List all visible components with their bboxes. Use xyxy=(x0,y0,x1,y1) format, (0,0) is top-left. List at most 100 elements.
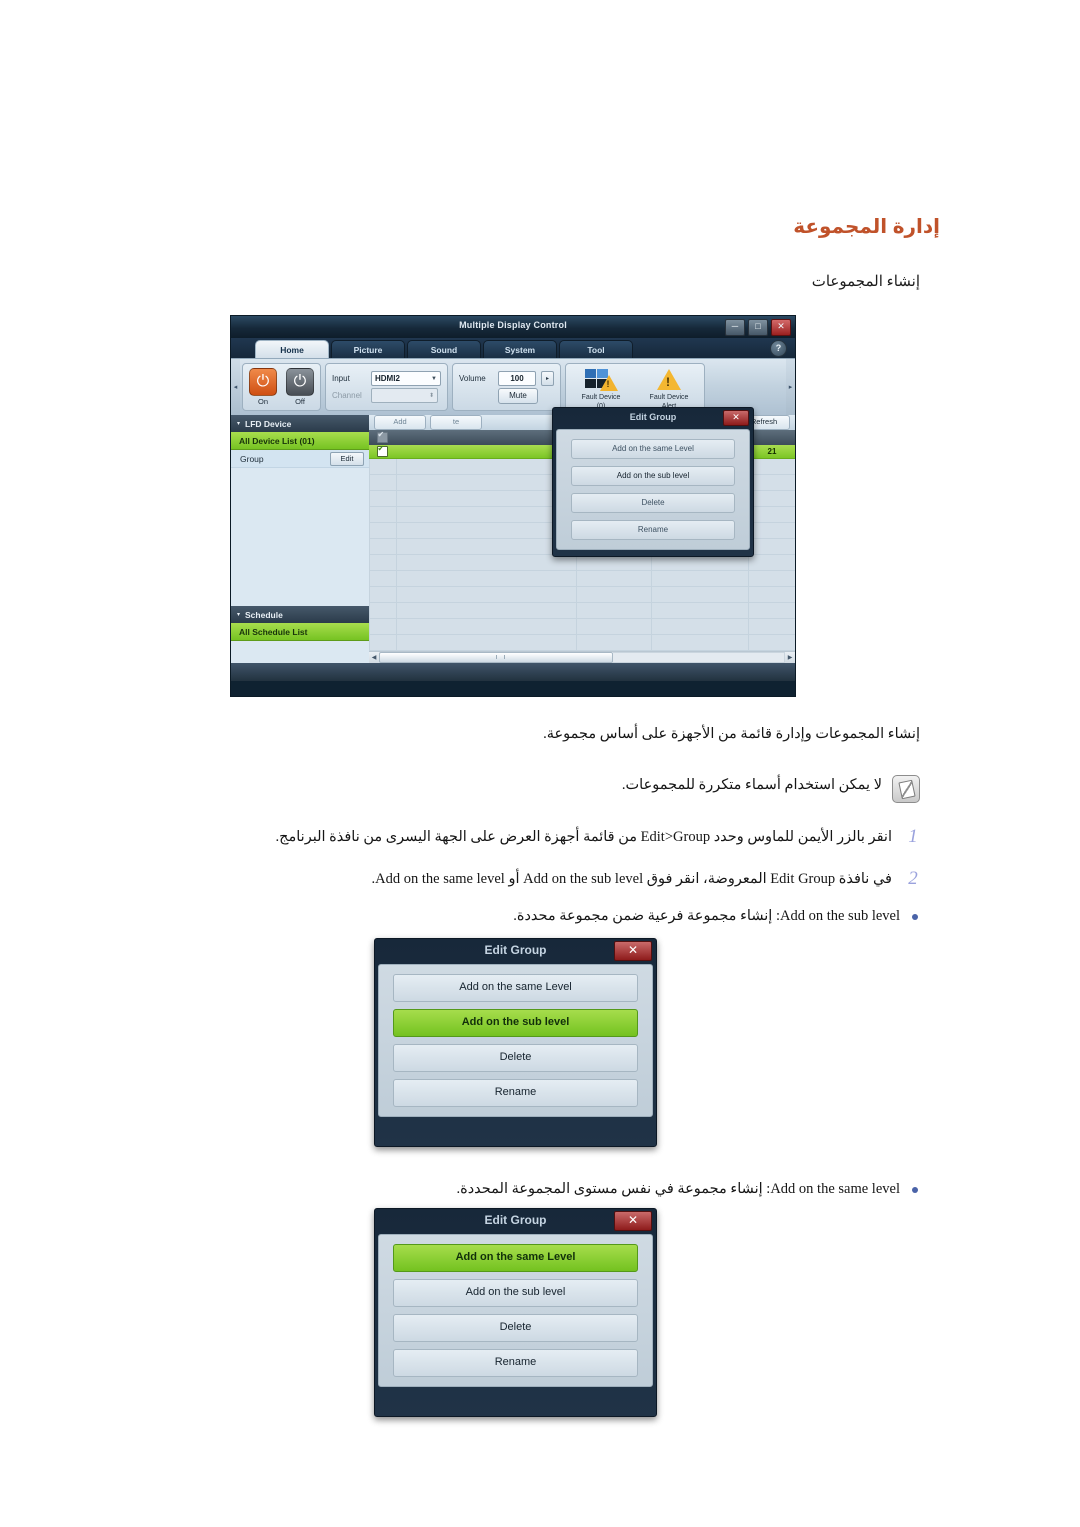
power-on-label: On xyxy=(257,397,268,406)
toolbar-scroll-left-icon[interactable]: ◂ xyxy=(231,359,240,415)
inline-add-on-sub-level-button[interactable]: Add on the sub level xyxy=(571,466,735,486)
scrollbar-track[interactable] xyxy=(613,652,785,663)
same-level-close-button[interactable]: ✕ xyxy=(614,1211,652,1231)
fault-device-alert-icon xyxy=(640,366,698,392)
step-2: 2 في نافذة Edit Group المعروضة، انقر فوق… xyxy=(160,868,920,891)
power-on-icon: ⏻ xyxy=(249,368,277,396)
sidebar-group-label: Group xyxy=(240,453,264,464)
minimize-button[interactable]: ─ xyxy=(725,319,745,336)
chevron-down-icon: ▾ xyxy=(237,421,241,427)
volume-label: Volume xyxy=(459,373,486,383)
page-title: إدارة المجموعة xyxy=(793,216,940,238)
select-all-checkbox-cell[interactable] xyxy=(369,430,395,443)
horizontal-scrollbar[interactable]: ◀ ▶ xyxy=(369,651,795,663)
tab-home[interactable]: Home xyxy=(255,340,329,358)
maximize-button[interactable]: □ xyxy=(748,319,768,336)
select-all-checkbox[interactable] xyxy=(376,430,388,443)
same-level-delete-button[interactable]: Delete xyxy=(393,1314,638,1342)
scrollbar-thumb[interactable] xyxy=(379,652,613,663)
note-text: لا يمكن استخدام أسماء متكررة للمجموعات. xyxy=(621,777,882,793)
tab-system[interactable]: System xyxy=(483,340,557,358)
note-block: لا يمكن استخدام أسماء متكررة للمجموعات. xyxy=(170,775,920,803)
power-group: ⏻ On ⏻ Off xyxy=(242,363,321,411)
sidebar-item-all-device-list[interactable]: All Device List (01) xyxy=(231,432,369,450)
tab-picture[interactable]: Picture xyxy=(331,340,405,358)
input-label: Input xyxy=(332,374,350,383)
app-content: Add te Refresh ower Input xyxy=(369,407,795,663)
tab-sound[interactable]: Sound xyxy=(407,340,481,358)
volume-group: Volume 100 ▸ Mute xyxy=(452,363,561,411)
bullet-2-label: Add on the same level xyxy=(770,1181,900,1197)
same-level-panel: Add on the same Level Add on the sub lev… xyxy=(378,1234,653,1387)
same-level-title-bar: Edit Group ✕ xyxy=(375,1209,656,1231)
edit-group-inline-close-button[interactable]: ✕ xyxy=(723,410,749,426)
add-button[interactable]: Add xyxy=(374,415,426,431)
delete-button[interactable]: te xyxy=(430,415,482,431)
bullet-add-on-sub-level: Add on the sub level: إنشاء مجموعة فرعية… xyxy=(218,905,918,927)
description-paragraph: إنشاء المجموعات وإدارة قائمة من الأجهزة … xyxy=(543,726,920,742)
same-level-add-on-sub-level-button[interactable]: Add on the sub level xyxy=(393,1279,638,1307)
fault-device-button[interactable]: Fault Device (0) xyxy=(572,366,630,410)
step-2-text: في نافذة Edit Group المعروضة، انقر فوق A… xyxy=(371,871,892,887)
app-body: ▾ LFD Device All Device List (01) Group … xyxy=(231,407,795,663)
app-sidebar: ▾ LFD Device All Device List (01) Group … xyxy=(231,415,369,663)
bullet-marker-icon xyxy=(912,1187,918,1193)
row-checkbox[interactable] xyxy=(376,444,388,457)
fault-device-alert-button[interactable]: Fault Device Alert xyxy=(640,366,698,410)
toolbar-scroll-right-icon[interactable]: ▸ xyxy=(786,359,795,415)
power-on-button[interactable]: ⏻ On xyxy=(249,368,277,406)
row-checkbox-cell[interactable] xyxy=(369,444,395,457)
sidebar-group-edit-button[interactable]: Edit xyxy=(330,451,364,466)
note-pencil-icon xyxy=(892,775,920,803)
tab-tool[interactable]: Tool xyxy=(559,340,633,358)
sidebar-bottom-area xyxy=(231,641,369,663)
same-level-rename-button[interactable]: Rename xyxy=(393,1349,638,1377)
sidebar-section-schedule[interactable]: ▾ Schedule xyxy=(231,606,369,623)
help-icon[interactable]: ? xyxy=(770,340,787,357)
step-2-number: 2 xyxy=(908,868,918,889)
edit-group-dialog-sub-level: Edit Group ✕ Add on the same Level Add o… xyxy=(374,938,657,1147)
input-select[interactable]: HDMI2 ▼ xyxy=(371,371,441,386)
volume-value[interactable]: 100 xyxy=(498,370,536,386)
step-1-text: انقر بالزر الأيمن للماوس وحدد Edit>Group… xyxy=(275,829,892,845)
fault-group: Fault Device (0) Fault Device Alert xyxy=(565,363,705,411)
inline-rename-button[interactable]: Rename xyxy=(571,520,735,540)
sub-level-delete-button[interactable]: Delete xyxy=(393,1044,638,1072)
power-off-label: Off xyxy=(295,397,305,406)
multiple-display-control-screenshot: Multiple Display Control ─ □ ✕ Home Pict… xyxy=(230,315,796,697)
fault-device-label-line1: Fault Device xyxy=(581,394,621,402)
power-off-button[interactable]: ⏻ Off xyxy=(286,368,314,406)
inline-delete-button[interactable]: Delete xyxy=(571,493,735,513)
close-button[interactable]: ✕ xyxy=(771,319,791,336)
channel-stepper: ⬍ xyxy=(371,388,438,403)
sidebar-schedule-label: Schedule xyxy=(245,609,283,620)
sidebar-item-group[interactable]: Group Edit xyxy=(231,450,369,468)
scroll-left-icon[interactable]: ◀ xyxy=(369,654,379,661)
same-level-add-on-same-level-button[interactable]: Add on the same Level xyxy=(393,1244,638,1272)
page-root: إدارة المجموعة إنشاء المجموعات Multiple … xyxy=(0,0,1080,1527)
power-off-icon: ⏻ xyxy=(286,368,314,396)
volume-step-button[interactable]: ▸ xyxy=(541,370,554,386)
sub-level-close-button[interactable]: ✕ xyxy=(614,941,652,961)
sub-level-rename-button[interactable]: Rename xyxy=(393,1079,638,1107)
scroll-right-icon[interactable]: ▶ xyxy=(785,654,795,661)
mute-button[interactable]: Mute xyxy=(498,387,538,404)
inline-add-on-same-level-button[interactable]: Add on the same Level xyxy=(571,439,735,459)
app-tab-bar: Home Picture Sound System Tool ? xyxy=(231,338,795,358)
volume-field-row: Volume 100 ▸ xyxy=(459,370,554,386)
mute-row: Mute xyxy=(459,387,554,404)
channel-label: Channel xyxy=(332,391,362,400)
power-buttons: ⏻ On ⏻ Off xyxy=(249,368,314,406)
sidebar-item-all-schedule-list[interactable]: All Schedule List xyxy=(231,623,369,641)
sidebar-empty-area xyxy=(231,468,369,606)
window-controls: ─ □ ✕ xyxy=(725,319,791,336)
chevron-down-icon: ▼ xyxy=(431,375,437,382)
sub-level-panel: Add on the same Level Add on the sub lev… xyxy=(378,964,653,1117)
sidebar-section-lfd-device[interactable]: ▾ LFD Device xyxy=(231,415,369,432)
sub-level-add-on-same-level-button[interactable]: Add on the same Level xyxy=(393,974,638,1002)
bullet-1-label: Add on the sub level xyxy=(779,908,900,924)
bullet-1-colon: : xyxy=(772,908,780,924)
sub-level-add-on-sub-level-button[interactable]: Add on the sub level xyxy=(393,1009,638,1037)
fault-device-icon xyxy=(572,366,630,392)
input-field-row: Input HDMI2 ▼ xyxy=(332,371,441,386)
